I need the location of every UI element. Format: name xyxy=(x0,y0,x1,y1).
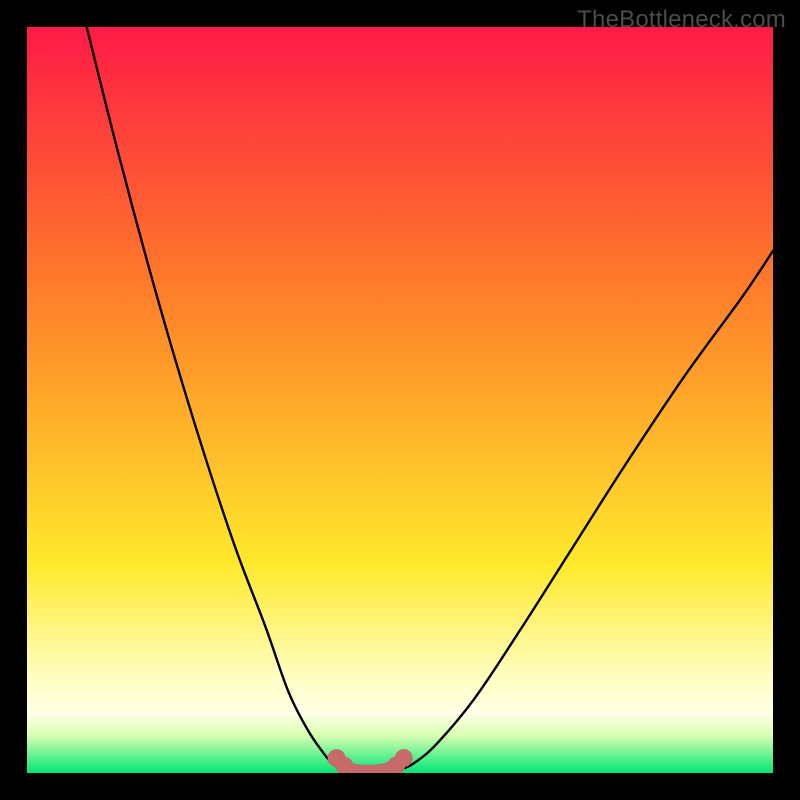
plot-area xyxy=(27,27,773,773)
stage: TheBottleneck.com xyxy=(0,0,800,800)
trough-marker-dot xyxy=(395,749,413,767)
gradient-background xyxy=(27,27,773,773)
bottleneck-chart xyxy=(27,27,773,773)
watermark-text: TheBottleneck.com xyxy=(577,6,786,34)
